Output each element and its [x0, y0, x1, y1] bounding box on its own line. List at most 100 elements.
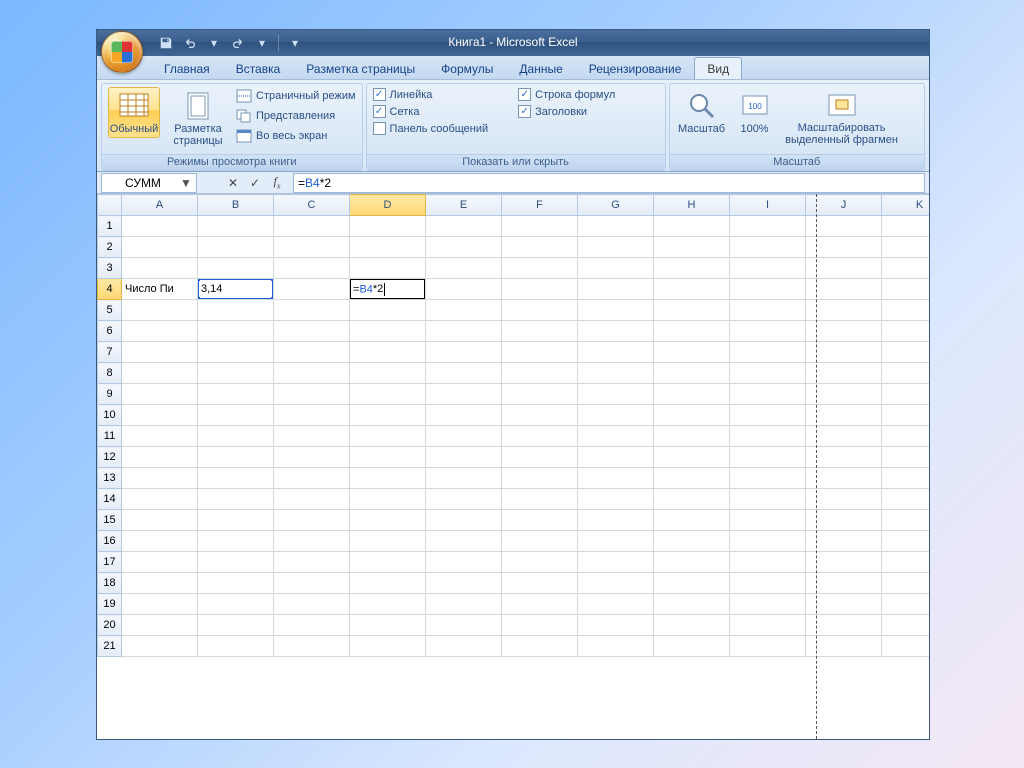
qat-undo-dropdown[interactable]: ▾ — [203, 33, 225, 53]
cell-H21[interactable] — [654, 636, 730, 657]
cell-E3[interactable] — [426, 258, 502, 279]
qat-save-button[interactable] — [155, 33, 177, 53]
cell-D2[interactable] — [350, 237, 426, 258]
cell-K13[interactable] — [882, 468, 930, 489]
cell-A2[interactable] — [122, 237, 198, 258]
cell-E15[interactable] — [426, 510, 502, 531]
cell-F4[interactable] — [502, 279, 578, 300]
row-header-2[interactable]: 2 — [98, 237, 122, 258]
cell-K16[interactable] — [882, 531, 930, 552]
cell-D14[interactable] — [350, 489, 426, 510]
cell-E9[interactable] — [426, 384, 502, 405]
cell-F18[interactable] — [502, 573, 578, 594]
cell-D19[interactable] — [350, 594, 426, 615]
cell-C17[interactable] — [274, 552, 350, 573]
cell-I16[interactable] — [730, 531, 806, 552]
cell-G2[interactable] — [578, 237, 654, 258]
cell-I17[interactable] — [730, 552, 806, 573]
col-header-I[interactable]: I — [730, 195, 806, 216]
cell-I10[interactable] — [730, 405, 806, 426]
row-header-3[interactable]: 3 — [98, 258, 122, 279]
cell-I7[interactable] — [730, 342, 806, 363]
row-header-14[interactable]: 14 — [98, 489, 122, 510]
cell-B8[interactable] — [198, 363, 274, 384]
tab-page-layout[interactable]: Разметка страницы — [293, 57, 428, 79]
col-header-G[interactable]: G — [578, 195, 654, 216]
cell-A19[interactable] — [122, 594, 198, 615]
cell-B17[interactable] — [198, 552, 274, 573]
office-button[interactable] — [101, 31, 143, 73]
cell-K17[interactable] — [882, 552, 930, 573]
cell-B11[interactable] — [198, 426, 274, 447]
cell-D15[interactable] — [350, 510, 426, 531]
cell-H3[interactable] — [654, 258, 730, 279]
cell-D8[interactable] — [350, 363, 426, 384]
cell-B3[interactable] — [198, 258, 274, 279]
cell-C4[interactable] — [274, 279, 350, 300]
cell-C15[interactable] — [274, 510, 350, 531]
cell-C21[interactable] — [274, 636, 350, 657]
cell-C9[interactable] — [274, 384, 350, 405]
cell-E14[interactable] — [426, 489, 502, 510]
cell-C10[interactable] — [274, 405, 350, 426]
qat-undo-button[interactable] — [179, 33, 201, 53]
cell-G4[interactable] — [578, 279, 654, 300]
chk-gridlines[interactable]: ✓Сетка — [373, 104, 489, 119]
cell-A7[interactable] — [122, 342, 198, 363]
cell-B12[interactable] — [198, 447, 274, 468]
enter-formula-button[interactable]: ✓ — [245, 174, 265, 192]
cell-F15[interactable] — [502, 510, 578, 531]
cell-I9[interactable] — [730, 384, 806, 405]
row-header-10[interactable]: 10 — [98, 405, 122, 426]
cell-A5[interactable] — [122, 300, 198, 321]
row-header-18[interactable]: 18 — [98, 573, 122, 594]
cell-E5[interactable] — [426, 300, 502, 321]
cell-G16[interactable] — [578, 531, 654, 552]
cell-G5[interactable] — [578, 300, 654, 321]
cell-G3[interactable] — [578, 258, 654, 279]
cell-A13[interactable] — [122, 468, 198, 489]
cell-I11[interactable] — [730, 426, 806, 447]
row-header-8[interactable]: 8 — [98, 363, 122, 384]
cell-B19[interactable] — [198, 594, 274, 615]
cell-D6[interactable] — [350, 321, 426, 342]
cell-D1[interactable] — [350, 216, 426, 237]
cell-B14[interactable] — [198, 489, 274, 510]
cell-G15[interactable] — [578, 510, 654, 531]
cell-K18[interactable] — [882, 573, 930, 594]
qat-customize-button[interactable]: ▾ — [284, 33, 306, 53]
zoom-100-button[interactable]: 100 100% — [734, 87, 776, 138]
row-header-16[interactable]: 16 — [98, 531, 122, 552]
cell-E13[interactable] — [426, 468, 502, 489]
cell-E18[interactable] — [426, 573, 502, 594]
cell-A18[interactable] — [122, 573, 198, 594]
cell-H13[interactable] — [654, 468, 730, 489]
cell-D4[interactable]: =B4*2 — [350, 279, 426, 300]
col-header-K[interactable]: K — [882, 195, 930, 216]
cell-I3[interactable] — [730, 258, 806, 279]
cell-H12[interactable] — [654, 447, 730, 468]
cell-H11[interactable] — [654, 426, 730, 447]
cell-C13[interactable] — [274, 468, 350, 489]
cell-A6[interactable] — [122, 321, 198, 342]
cell-C1[interactable] — [274, 216, 350, 237]
cell-E2[interactable] — [426, 237, 502, 258]
row-header-5[interactable]: 5 — [98, 300, 122, 321]
cell-F13[interactable] — [502, 468, 578, 489]
cell-H17[interactable] — [654, 552, 730, 573]
cell-F3[interactable] — [502, 258, 578, 279]
tab-home[interactable]: Главная — [151, 57, 223, 79]
cell-B20[interactable] — [198, 615, 274, 636]
cell-F8[interactable] — [502, 363, 578, 384]
cell-I14[interactable] — [730, 489, 806, 510]
cell-A3[interactable] — [122, 258, 198, 279]
cell-C11[interactable] — [274, 426, 350, 447]
cell-F11[interactable] — [502, 426, 578, 447]
cell-K19[interactable] — [882, 594, 930, 615]
cell-B1[interactable] — [198, 216, 274, 237]
cell-I6[interactable] — [730, 321, 806, 342]
cell-E20[interactable] — [426, 615, 502, 636]
cell-G20[interactable] — [578, 615, 654, 636]
col-header-D[interactable]: D — [350, 195, 426, 216]
cell-K9[interactable] — [882, 384, 930, 405]
